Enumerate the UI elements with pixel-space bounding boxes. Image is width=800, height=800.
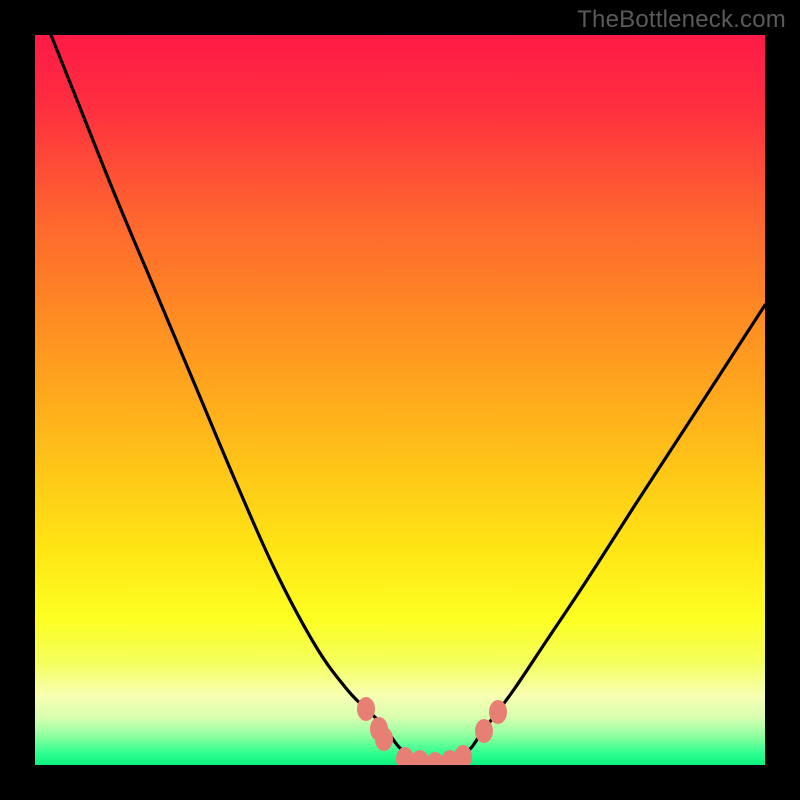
watermark-text: TheBottleneck.com: [577, 6, 786, 34]
plot-area: [35, 35, 765, 765]
outer-frame: TheBottleneck.com: [0, 0, 800, 800]
highlight-dot: [375, 727, 393, 751]
bottleneck-curve: [35, 35, 765, 765]
highlight-dot: [489, 700, 507, 724]
highlight-dot: [357, 697, 375, 721]
highlight-dot: [475, 719, 493, 743]
